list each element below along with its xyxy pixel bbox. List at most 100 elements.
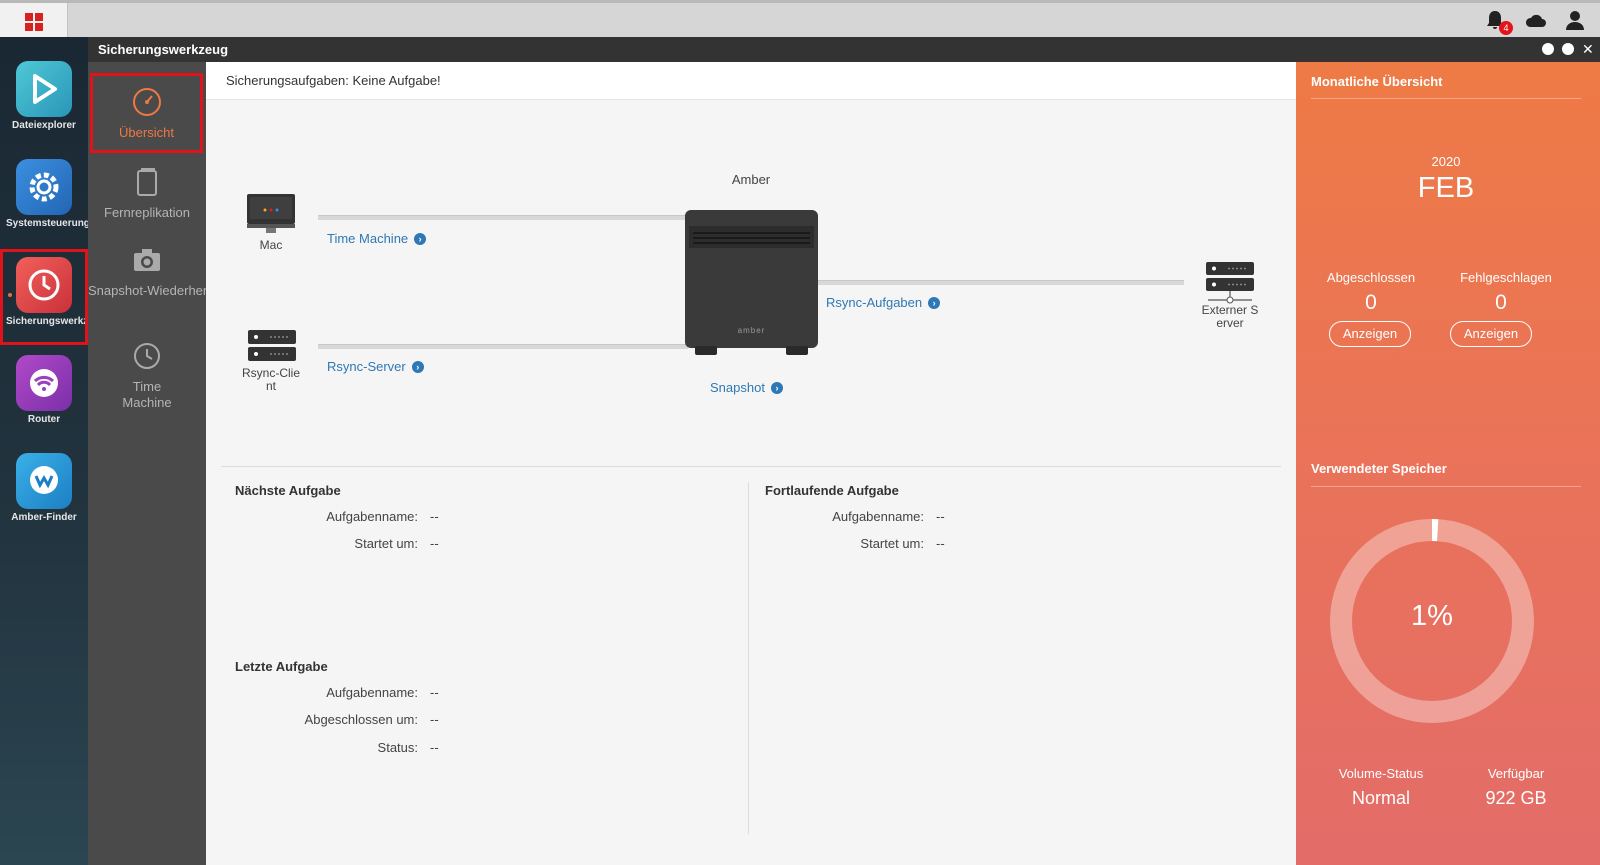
- dock-label: Amber-Finder: [11, 512, 77, 523]
- amber-label: Amber: [731, 172, 771, 187]
- show-failed-button[interactable]: Anzeigen: [1450, 321, 1532, 347]
- used-storage-title: Verwendeter Speicher: [1311, 461, 1447, 476]
- user-icon: [1566, 11, 1584, 30]
- running-task-title: Fortlaufende Aufgabe: [765, 483, 899, 498]
- nav-label: Fernreplikation: [104, 205, 190, 220]
- connection-line: [318, 215, 688, 220]
- last-task-finished-row: Abgeschlossen um: --: [235, 712, 439, 727]
- main-menu-button[interactable]: [0, 3, 68, 40]
- time-machine-link-text: Time Machine: [327, 231, 409, 246]
- available-value: 922 GB: [1485, 788, 1547, 808]
- control-panel-icon: [16, 159, 72, 215]
- next-task-title: Nächste Aufgabe: [235, 483, 341, 498]
- window-title: Sicherungswerkzeug: [98, 42, 229, 57]
- rsync-server-link-text: Rsync-Server: [327, 359, 406, 374]
- field-label: Aufgabenname:: [326, 685, 418, 700]
- nav-item-fernreplikation[interactable]: Fernreplikation: [88, 166, 206, 246]
- grid-icon: [24, 12, 43, 31]
- nav-label: Time Machine: [122, 379, 172, 410]
- window-title-bar[interactable]: Sicherungswerkzeug ✕: [88, 37, 1600, 62]
- show-completed-button[interactable]: Anzeigen: [1329, 321, 1411, 347]
- volume-status-value: Normal: [1351, 788, 1410, 808]
- field-value: --: [936, 536, 945, 551]
- main-content: Sicherungsaufgaben: Keine Aufgabe! Amber: [206, 62, 1296, 865]
- rsync-tasks-link-text: Rsync-Aufgaben: [826, 295, 923, 310]
- storage-donut-chart: 1%: [1329, 518, 1535, 724]
- cloud-icon: [1525, 14, 1546, 27]
- failed-label: Fehlgeschlagen: [1460, 270, 1552, 285]
- user-button[interactable]: [1564, 9, 1588, 33]
- backup-tool-window: Sicherungswerkzeug ✕ Übersicht Fernrepli…: [88, 37, 1600, 865]
- dock-item-sicherungswerkzeug[interactable]: Sicherungswerkzeug: [0, 249, 107, 345]
- running-task-start-row: Startet um: --: [741, 536, 945, 551]
- backup-diagram: Amber amber Mac Rsync-Client Externer Se…: [206, 100, 1296, 460]
- field-value: --: [430, 740, 439, 755]
- panel-divider: [1311, 98, 1581, 99]
- backup-tool-icon: [16, 257, 72, 313]
- dock-label: Dateiexplorer: [12, 120, 76, 131]
- last-task-name-row: Aufgabenname: --: [235, 685, 439, 700]
- dock-label: Router: [27, 414, 61, 425]
- top-bar: 4: [0, 0, 1600, 40]
- close-button[interactable]: ✕: [1582, 42, 1594, 56]
- field-label: Status:: [377, 740, 418, 755]
- next-task-start-row: Startet um: --: [235, 536, 438, 551]
- nav-label: Übersicht: [119, 125, 174, 140]
- notification-button[interactable]: 4: [1484, 9, 1513, 35]
- last-task-title: Letzte Aufgabe: [235, 659, 328, 674]
- rsync-tasks-link[interactable]: Rsync-Aufgaben ›: [826, 295, 941, 310]
- nav-item-uebersicht[interactable]: Übersicht: [90, 73, 203, 153]
- cloud-button[interactable]: [1524, 9, 1548, 33]
- dock-item-amber-finder[interactable]: Amber-Finder: [0, 445, 88, 541]
- time-machine-link[interactable]: Time Machine ›: [327, 231, 427, 246]
- running-task-name-row: Aufgabenname: --: [741, 509, 944, 524]
- info-icon: ›: [928, 296, 941, 309]
- dock-item-dateiexplorer[interactable]: Dateiexplorer: [0, 53, 88, 149]
- copy-icon: [137, 168, 157, 196]
- month-label: FEB: [1417, 172, 1475, 204]
- router-icon: [16, 355, 72, 411]
- used-percent: 1%: [1411, 600, 1453, 632]
- failed-count: 0: [1495, 291, 1507, 314]
- field-label: Startet um:: [354, 536, 418, 551]
- amber-brand: amber: [737, 326, 766, 335]
- completed-count: 0: [1365, 291, 1377, 314]
- info-icon: ›: [411, 360, 424, 373]
- notification-badge: 4: [1499, 21, 1513, 35]
- field-value: --: [430, 509, 439, 524]
- maximize-button[interactable]: [1562, 43, 1574, 55]
- panel-divider: [1311, 486, 1581, 487]
- nav-item-time-machine[interactable]: Time Machine: [88, 340, 206, 420]
- field-value: --: [430, 685, 439, 700]
- dock-label: Sicherungswerkzeug: [6, 316, 107, 327]
- completed-label: Abgeschlossen: [1326, 270, 1416, 285]
- year-label: 2020: [1431, 154, 1461, 169]
- active-dot: [8, 293, 12, 297]
- field-label: Startet um:: [860, 536, 924, 551]
- speedometer-icon: [132, 88, 161, 116]
- available-label: Verfügbar: [1487, 766, 1545, 781]
- dock-item-router[interactable]: Router: [0, 347, 88, 443]
- clock-icon: [134, 343, 160, 369]
- nav-label: Snapshot-Wiederherstellung: [88, 283, 253, 298]
- info-icon: ›: [770, 381, 783, 394]
- amber-device-icon: amber: [685, 210, 818, 355]
- snapshot-link[interactable]: Snapshot ›: [710, 380, 783, 395]
- connection-line: [818, 280, 1184, 285]
- field-label: Abgeschlossen um:: [304, 712, 418, 727]
- minimize-button[interactable]: [1542, 43, 1554, 55]
- mac-icon: [246, 193, 296, 233]
- dock-label: Systemsteuerung: [6, 218, 90, 229]
- file-explorer-icon: [16, 61, 72, 117]
- connection-line: [318, 344, 688, 349]
- info-icon: ›: [414, 232, 427, 245]
- monthly-overview-title: Monatliche Übersicht: [1311, 74, 1443, 89]
- next-task-name-row: Aufgabenname: --: [235, 509, 439, 524]
- column-divider: [748, 482, 749, 834]
- section-divider: [221, 466, 1281, 467]
- camera-icon: [134, 249, 160, 271]
- volume-status-label: Volume-Status: [1338, 766, 1424, 781]
- dock-item-systemsteuerung[interactable]: Systemsteuerung: [0, 151, 90, 247]
- nav-item-snapshot[interactable]: Snapshot-Wiederherstellung: [88, 244, 253, 324]
- rsync-server-link[interactable]: Rsync-Server ›: [327, 359, 424, 374]
